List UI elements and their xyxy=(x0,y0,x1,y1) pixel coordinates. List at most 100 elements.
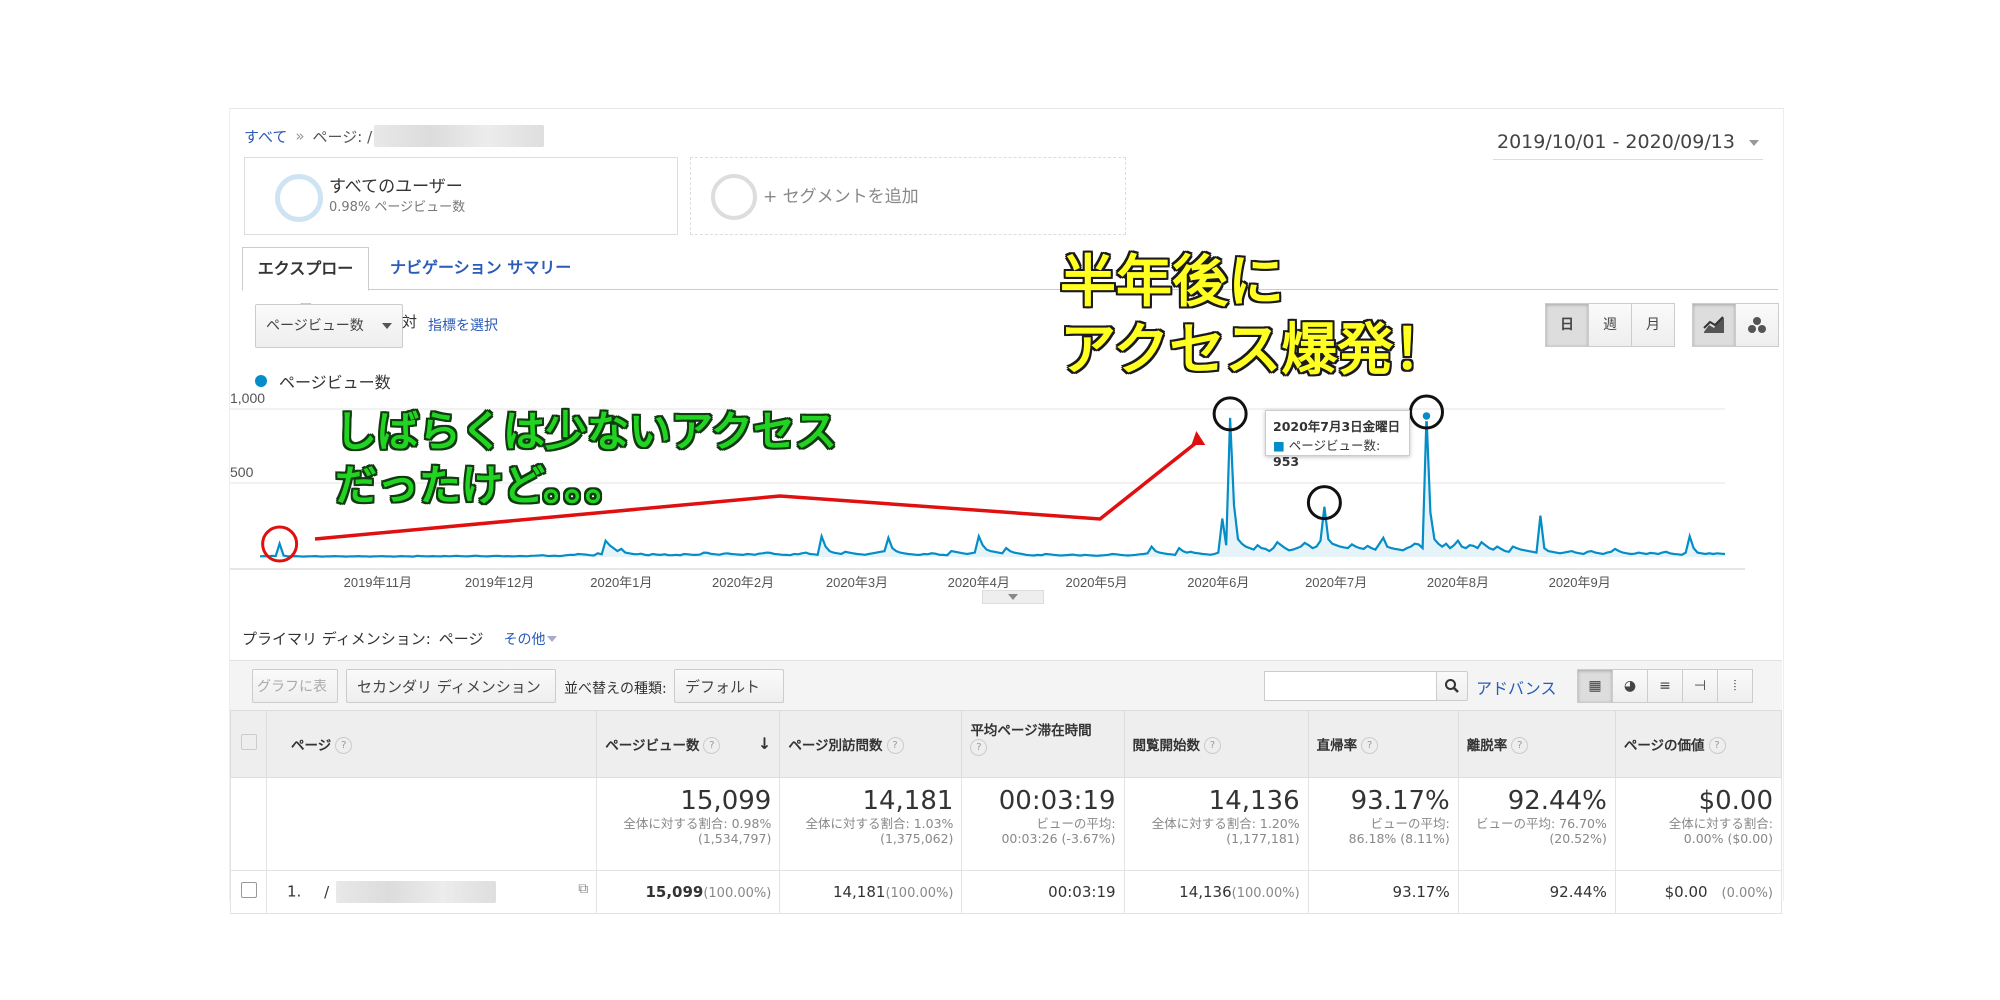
redacted-path xyxy=(374,125,545,147)
date-range-text: 2019/10/01 - 2020/09/13 xyxy=(1496,131,1735,153)
segment-name: すべてのユーザー xyxy=(329,177,463,197)
table-header-row: ページ? ページビュー数? ↓ ページ別訪問数? 平均ページ滞在時間? 閲覧開始数… xyxy=(229,710,1783,778)
x-tick-label: 2020年1月 xyxy=(590,575,652,589)
x-tick-label: 2020年4月 xyxy=(948,575,1010,589)
chevron-down-icon xyxy=(547,635,558,642)
month-button[interactable]: 月 xyxy=(1631,303,1675,347)
advanced-link[interactable]: アドバンス xyxy=(1476,675,1556,699)
help-icon[interactable]: ? xyxy=(970,739,988,756)
tab-explorer[interactable]: エクスプローラ xyxy=(242,247,369,320)
sort-type-select[interactable]: デフォルト xyxy=(674,669,784,725)
annotation-low-access: しばらくは少ないアクセス だったけど。。。 xyxy=(335,405,837,513)
table-row: 1. / ⧉ 15,099(100.00%) 14,181(100.00%) 0… xyxy=(229,870,1783,914)
x-tick-label: 2020年8月 xyxy=(1427,575,1489,589)
row-page-value: $0.00 (0.00%) xyxy=(1614,870,1783,914)
plot-rows-button[interactable]: グラフに表示 xyxy=(252,669,338,729)
help-icon[interactable]: ? xyxy=(335,737,353,755)
x-tick-label: 2019年12月 xyxy=(465,575,534,589)
x-tick-label: 2019年11月 xyxy=(344,575,412,589)
open-in-new-icon[interactable]: ⧉ xyxy=(578,881,588,897)
breadcrumb-separator: » xyxy=(295,127,305,145)
help-icon[interactable]: ? xyxy=(703,737,721,755)
versus-label: 対 xyxy=(402,313,418,331)
help-icon[interactable]: ? xyxy=(1204,737,1222,755)
breadcrumb-page: ページ: / xyxy=(312,127,373,146)
square-icon: ■ xyxy=(1273,438,1285,453)
redacted-path xyxy=(335,881,496,903)
report-tabs: エクスプローラ ナビゲーション サマリー xyxy=(242,247,642,320)
choose-metric-link[interactable]: 指標を選択 xyxy=(428,315,498,335)
row-avg-time: 00:03:19 xyxy=(961,870,1125,914)
granularity-group: 日 週 月 xyxy=(1545,303,1675,347)
x-tick-label: 2020年3月 xyxy=(826,575,888,589)
pie-view-icon[interactable]: ◕ xyxy=(1612,669,1648,703)
column-header-pageviews[interactable]: ページビュー数? ↓ xyxy=(596,710,781,778)
row-unique-pageviews: 14,181(100.00%) xyxy=(779,870,963,914)
help-icon[interactable]: ? xyxy=(886,737,904,755)
empty-segment-ring-icon xyxy=(711,174,757,220)
tooltip-value: 953 xyxy=(1273,454,1300,469)
x-tick-label: 2020年6月 xyxy=(1187,575,1249,589)
motion-chart-icon[interactable] xyxy=(1735,303,1779,347)
sort-type-value: デフォルト xyxy=(685,678,761,696)
tab-navigation-summary[interactable]: ナビゲーション サマリー xyxy=(380,247,581,289)
chart-type-group xyxy=(1692,303,1779,347)
row-page-cell: 1. / ⧉ xyxy=(266,870,598,914)
table-toolbar: グラフに表示 セカンダリ ディメンション 並べ替えの種類: デフォルト アドバン… xyxy=(230,660,1782,729)
row-pageviews: 15,099(100.00%) xyxy=(596,870,781,914)
annotation-left-line2: だったけど。。。 xyxy=(335,461,627,510)
week-button[interactable]: 週 xyxy=(1588,303,1632,347)
x-tick-label: 2020年7月 xyxy=(1305,575,1367,589)
column-header-exit-rate[interactable]: 離脱率? xyxy=(1457,710,1616,778)
legend-dot-icon xyxy=(255,375,267,387)
chart-tooltip: 2020年7月3日金曜日 ■ ページビュー数: 953 xyxy=(1265,410,1410,469)
tooltip-value-line: ■ ページビュー数: 953 xyxy=(1273,435,1402,469)
primary-dimension-other[interactable]: その他 xyxy=(503,629,545,649)
breadcrumb-root-link[interactable]: すべて xyxy=(244,126,287,147)
segment-all-users[interactable]: すべてのユーザー 0.98% ページビュー数 xyxy=(244,157,678,235)
sort-type-label: 並べ替えの種類: xyxy=(564,681,667,697)
row-checkbox[interactable] xyxy=(229,870,268,914)
chart-collapse-handle[interactable] xyxy=(982,590,1044,604)
secondary-dimension-select[interactable]: セカンダリ ディメンション xyxy=(346,669,556,725)
row-page-path[interactable]: / xyxy=(324,883,329,901)
column-header-bounce-rate[interactable]: 直帰率? xyxy=(1307,710,1459,778)
line-chart-icon[interactable] xyxy=(1692,303,1736,347)
term-cloud-view-icon[interactable]: ⦙ xyxy=(1717,669,1753,703)
select-all-checkbox[interactable] xyxy=(229,710,268,778)
table-view-icon[interactable]: ▦ xyxy=(1577,669,1613,703)
comparison-view-icon[interactable]: ⊣ xyxy=(1682,669,1718,703)
add-segment-label: + セグメントを追加 xyxy=(763,187,919,207)
sort-descending-icon: ↓ xyxy=(757,733,772,753)
search-icon[interactable] xyxy=(1436,671,1468,701)
breadcrumb: すべて » ページ: / xyxy=(244,125,545,147)
analytics-panel: すべて » ページ: / 2019/10/01 - 2020/09/13 すべて… xyxy=(229,108,1784,914)
help-icon[interactable]: ? xyxy=(1708,737,1726,755)
column-header-unique-pageviews[interactable]: ページ別訪問数? xyxy=(779,710,963,778)
column-header-avg-time[interactable]: 平均ページ滞在時間? xyxy=(961,710,1125,778)
performance-view-icon[interactable]: ≡ xyxy=(1647,669,1683,703)
y-tick-label: 1,000 xyxy=(230,390,265,406)
row-entrances: 14,136(100.00%) xyxy=(1123,870,1309,914)
annotation-right-line1: 半年後に xyxy=(1060,250,1284,315)
segment-ring-icon xyxy=(275,174,323,222)
primary-dimension-label: プライマリ ディメンション: xyxy=(242,630,431,648)
table-search-input[interactable] xyxy=(1264,671,1438,701)
help-icon[interactable]: ? xyxy=(1361,737,1379,755)
add-segment-button[interactable]: + セグメントを追加 xyxy=(690,157,1126,235)
x-tick-label: 2020年5月 xyxy=(1066,575,1128,589)
day-button[interactable]: 日 xyxy=(1545,303,1589,347)
column-header-page-value[interactable]: ページの価値? xyxy=(1614,710,1783,778)
help-icon[interactable]: ? xyxy=(1511,737,1529,755)
row-index: 1. xyxy=(287,882,302,901)
totals-row: 15,099 全体に対する割合: 0.98% (1,534,797) 14,181 全… xyxy=(229,777,1783,871)
date-range-picker[interactable]: 2019/10/01 - 2020/09/13 xyxy=(1492,127,1763,160)
total-page-value: $0.00 全体に対する割合: 0.00% ($0.00) xyxy=(1614,777,1783,871)
primary-dimension-page[interactable]: ページ xyxy=(439,628,484,649)
column-header-page[interactable]: ページ? xyxy=(266,710,598,778)
column-header-entrances[interactable]: 閲覧開始数? xyxy=(1123,710,1309,778)
y-tick-label: 500 xyxy=(230,464,254,480)
red-arrow-head xyxy=(1191,431,1206,445)
metric-select[interactable]: ページビュー数 xyxy=(255,304,403,348)
annotation-right-line2: アクセス爆発！ xyxy=(1060,318,1450,383)
